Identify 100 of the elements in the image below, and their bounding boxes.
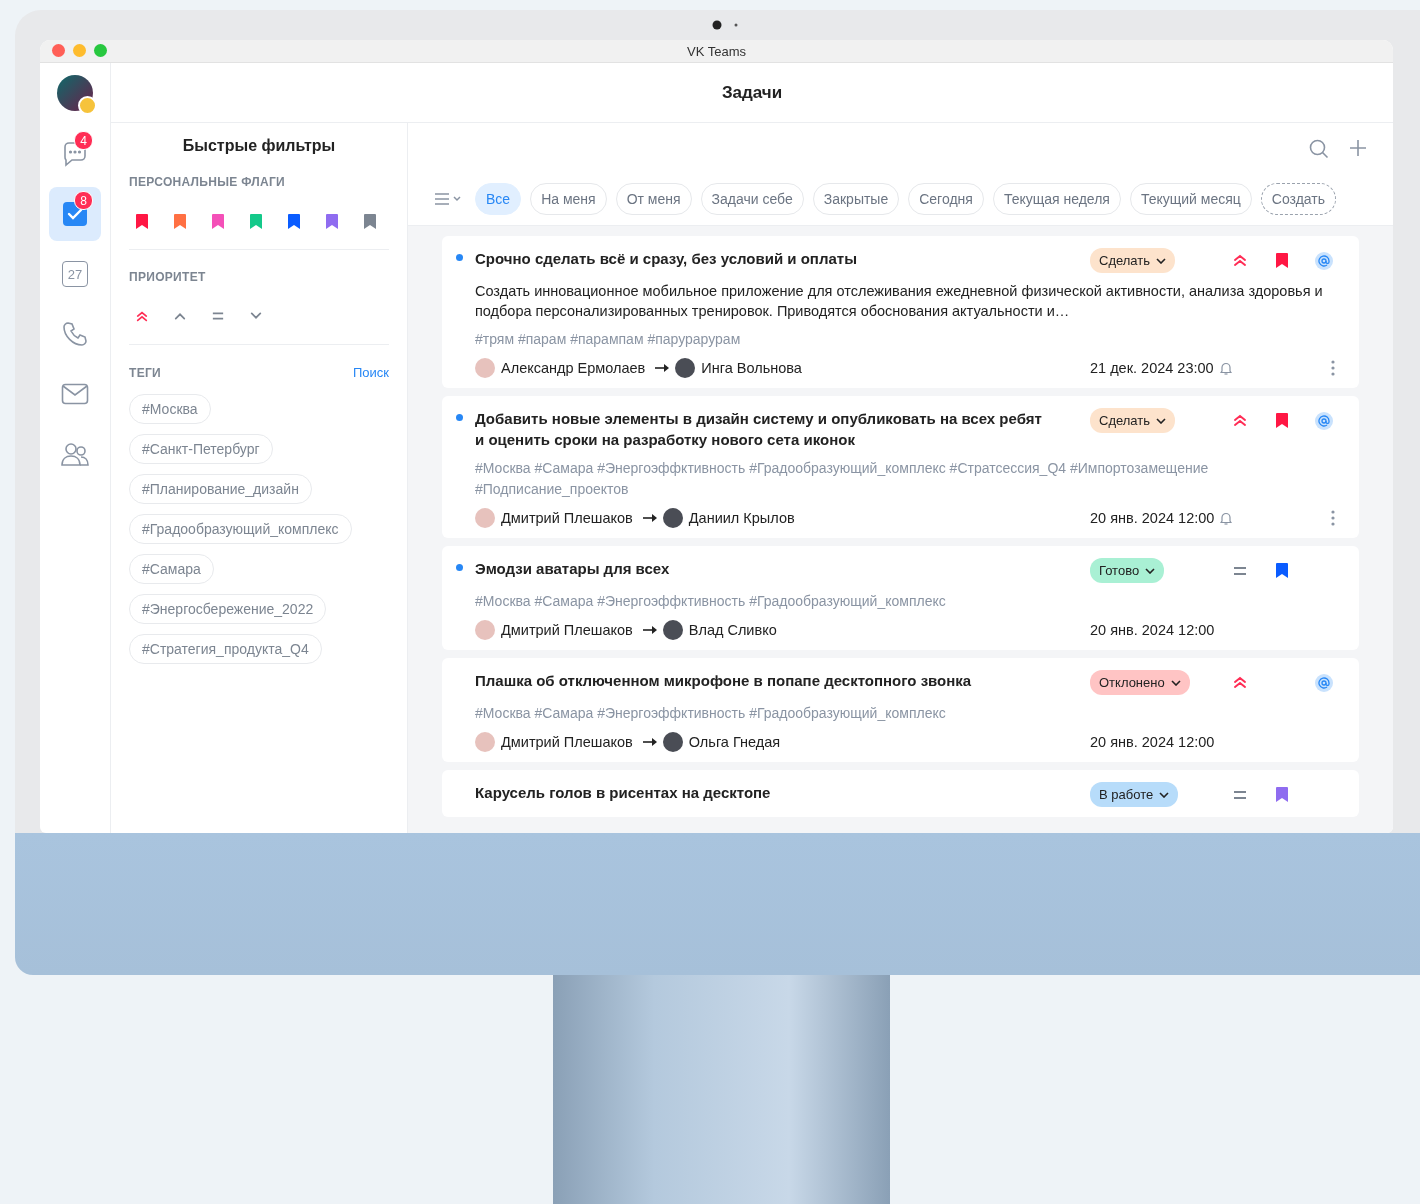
status-dropdown[interactable]: Сделать [1090,408,1176,433]
bookmark-flag-icon[interactable] [136,213,148,229]
double-chevron-up-icon[interactable] [136,309,148,323]
tag-chip[interactable]: #Градообразующий_комплекс [129,514,352,544]
avatar [475,508,495,528]
filter-chip[interactable]: На меня [530,183,607,215]
arrow-right-icon [642,738,657,746]
task-card[interactable] [442,236,1359,388]
author-name: Дмитрий Плешаков [501,622,633,638]
tag-chip[interactable]: #Санкт-Петербург [129,434,273,464]
task-card[interactable]: Эмодзи аватары для всех Готово #Москва #Самара #Энергоэффктивность #Градообразующий_комплекс Дмитрий Плешаков Влад Сливко 20 янв. 2024 12:00 [442,546,1359,650]
more-options-icon[interactable] [1331,510,1335,526]
avatar [475,620,495,640]
filter-chip[interactable]: Задачи себе [700,183,804,215]
bookmark-flag-icon[interactable] [1276,563,1288,578]
avatar [475,732,495,752]
zoom-window-button[interactable] [94,44,107,57]
filter-chip[interactable]: От меня [615,183,692,215]
tag-chip[interactable]: #Энергосбережение_2022 [129,594,327,624]
filter-chip[interactable]: Сегодня [908,183,984,215]
nav-item[interactable]: 4 [49,127,101,181]
chevron-down-icon [1145,567,1156,574]
task-title: Эмодзи аватары для всех [475,559,670,579]
chevron-down-icon [1159,791,1170,798]
avatar [475,358,495,378]
task-card[interactable]: Плашка об отключенном микрофоне в попапе десктопного звонка Отклонено #Москва #Самара #Энергоэффктивность #Градообразующий_комплекс Дмитрий Плешаков Ольга Гнедая 20 янв. 2024 12:00 [442,658,1359,762]
page-title: Задачи [721,82,783,103]
arrow-right-icon [642,626,657,634]
task-description: Создать инновационное мобильное приложение для отслеживания ежедневной физической активности, анализа здоровья и подбора персонализированных тренировок. Приводятся обоснования актуальности и… [474,282,1324,321]
camera-icon [712,20,740,30]
assignee-name: Инга Вольнова [701,360,802,376]
section-heading: ПРИОРИТЕТ [129,270,207,284]
task-card[interactable] [442,396,1359,538]
author-name: Дмитрий Плешаков [501,734,633,750]
section-heading: ТЕГИ [129,365,161,380]
status-dropdown[interactable]: Отклонено [1090,670,1190,695]
avatar [675,358,696,378]
nav-item[interactable]: 27 [49,247,101,301]
calendar-icon: 27 [62,261,88,287]
window-title: VK Teams [687,43,746,59]
people-icon [60,441,90,467]
close-window-button[interactable] [52,44,65,57]
more-options-icon[interactable] [1331,360,1335,376]
filter-chip[interactable]: Закрытые [812,183,900,215]
create-filter-chip[interactable]: Создать [1260,183,1337,215]
status-dropdown[interactable]: Сделать [1090,248,1176,273]
assignee-name: Влад Сливко [688,622,777,638]
bookmark-flag-icon[interactable] [326,213,338,229]
task-tags: #Москва #Самара #Энергоэффктивность #Градообразующий_комплекс [456,703,1345,724]
tag-chip[interactable]: #Планирование_дизайн [129,474,312,504]
arrow-right-icon [642,514,657,522]
smiley-icon [78,96,97,115]
task-tags: #трям #парам #парампам #парурарурам [456,329,1345,350]
bookmark-flag-icon[interactable] [288,213,300,229]
bookmark-flag-icon[interactable] [364,213,376,229]
author-name: Дмитрий Плешаков [501,510,633,526]
bookmark-flag-icon[interactable] [1276,253,1288,268]
equals-icon[interactable] [212,312,224,320]
add-icon[interactable] [1349,139,1367,157]
assignee-name: Ольга Гнедая [688,734,781,750]
task-tags: #Москва #Самара #Энергоэффктивность #Градообразующий_комплекс #Стратсессия_Q4 #Импортозамещение #Подписание_проектов [456,458,1345,500]
task-title: Карусель голов в рисентах на десктопе [475,783,771,803]
phone-icon [62,321,88,347]
tag-chip[interactable]: #Стратегия_продукта_Q4 [129,634,322,664]
bookmark-flag-icon[interactable] [1276,413,1288,428]
assignee-name: Даниил Крылов [688,510,795,526]
status-dropdown[interactable]: Готово [1090,558,1165,583]
chevron-down-icon [1156,257,1167,264]
due-date: 20 янв. 2024 12:00 [1090,734,1215,750]
avatar [662,732,683,752]
status-dropdown[interactable]: В работе [1090,782,1179,807]
panel-title: Быстрые фильтры [181,137,337,155]
bookmark-flag-icon[interactable] [250,213,262,229]
filter-chip[interactable]: Текущий месяц [1129,183,1252,215]
task-card[interactable]: Карусель голов в рисентах на десктопе В работе [442,770,1359,817]
chevron-down-icon[interactable] [250,312,262,320]
nav-item[interactable]: 8 [49,187,101,241]
task-title: Плашка об отключенном микрофоне в попапе десктопного звонка [475,671,972,691]
author-name: Александр Ермолаев [501,360,646,376]
due-date: 21 дек. 2024 23:00 [1090,360,1214,376]
arrow-right-icon [655,364,670,372]
bookmark-flag-icon[interactable] [1276,787,1288,802]
task-title: Срочно сделать всё и сразу, без условий и оплаты [475,249,857,269]
envelope-icon [61,383,89,405]
task-title: Добавить новые элементы в дизайн систему и опубликовать на всех ребят и оценить сроки на разработку нового сета иконок [475,409,1043,450]
tag-chip[interactable]: #Самара [129,554,214,584]
search-icon[interactable] [1309,139,1329,159]
section-heading: ПЕРСОНАЛЬНЫЕ ФЛАГИ [129,175,286,189]
unread-count-badge: 4 [74,131,93,150]
avatar [662,620,683,640]
bookmark-flag-icon[interactable] [174,213,186,229]
tag-search-link[interactable]: Поиск [352,365,389,380]
tag-chip[interactable]: #Москва [129,394,211,424]
list-sort-icon[interactable] [434,192,462,206]
chevron-down-icon [1170,679,1181,686]
task-tags: #Москва #Самара #Энергоэффктивность #Градообразующий_комплекс [456,591,1345,612]
filter-chip[interactable]: Все [475,183,522,215]
filter-chip[interactable]: Текущая неделя [992,183,1121,215]
chevron-up-icon[interactable] [174,312,186,320]
bookmark-flag-icon[interactable] [212,213,224,229]
